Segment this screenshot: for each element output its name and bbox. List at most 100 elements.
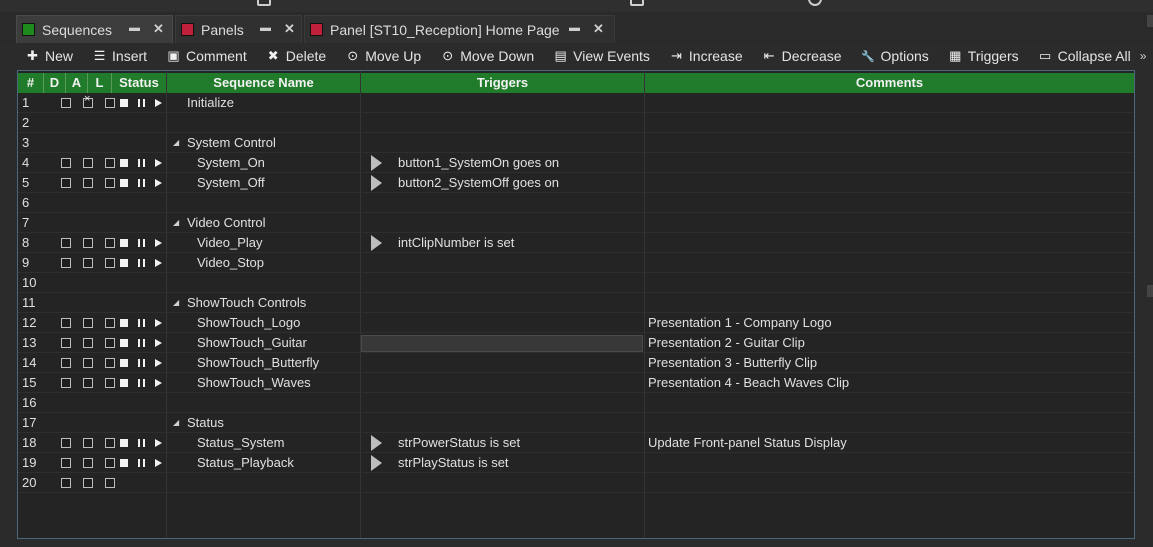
stop-icon[interactable]: [120, 99, 128, 107]
checkbox-d[interactable]: [61, 258, 71, 268]
stop-icon[interactable]: [120, 439, 128, 447]
checkbox-a[interactable]: [83, 478, 93, 488]
float-icon[interactable]: ▬: [260, 22, 271, 34]
triggers-button[interactable]: ▦ Triggers: [938, 44, 1028, 68]
table-row[interactable]: 16: [18, 393, 1134, 413]
table-row[interactable]: 1 Initialize: [18, 93, 1134, 113]
checkbox-d[interactable]: [61, 238, 71, 248]
checkbox-a[interactable]: [83, 178, 93, 188]
table-row[interactable]: 7 ◢ Video Control: [18, 213, 1134, 233]
col-header-status[interactable]: Status: [112, 73, 167, 93]
trigger-play-icon[interactable]: [371, 455, 382, 471]
table-row[interactable]: 9 Video_Stop: [18, 253, 1134, 273]
checkbox-a[interactable]: [83, 258, 93, 268]
checkbox-l[interactable]: [105, 258, 115, 268]
col-header-triggers[interactable]: Triggers: [361, 73, 645, 93]
options-button[interactable]: 🔧 Options: [851, 44, 938, 68]
comment-text[interactable]: Presentation 2 - Guitar Clip: [648, 333, 805, 353]
checkbox-a[interactable]: [83, 338, 93, 348]
checkbox-l[interactable]: [105, 478, 115, 488]
move-down-button[interactable]: ⊙ Move Down: [430, 44, 543, 68]
table-row[interactable]: 19 Status_Playback strPlayStatus is set: [18, 453, 1134, 473]
col-header-comments[interactable]: Comments: [645, 73, 1134, 93]
sequence-name[interactable]: Initialize: [187, 93, 234, 113]
checkbox-a[interactable]: [83, 378, 93, 388]
trigger-play-icon[interactable]: [371, 235, 382, 251]
checkbox-d[interactable]: [61, 98, 71, 108]
comment-text[interactable]: Update Front-panel Status Display: [648, 433, 847, 453]
sequence-name[interactable]: System_On: [197, 153, 265, 173]
checkbox-a[interactable]: [83, 93, 93, 108]
play-icon[interactable]: [155, 259, 162, 267]
insert-button[interactable]: ☰ Insert: [82, 44, 156, 68]
stop-icon[interactable]: [120, 239, 128, 247]
move-up-button[interactable]: ⊙ Move Up: [335, 44, 430, 68]
stop-icon[interactable]: [120, 339, 128, 347]
sequence-name[interactable]: Status_Playback: [197, 453, 294, 473]
checkbox-l[interactable]: [105, 338, 115, 348]
play-icon[interactable]: [155, 179, 162, 187]
col-header-sequence-name[interactable]: Sequence Name: [167, 73, 361, 93]
close-icon[interactable]: ✕: [153, 21, 164, 37]
table-row[interactable]: 11 ◢ ShowTouch Controls: [18, 293, 1134, 313]
checkbox-a[interactable]: [83, 158, 93, 168]
close-icon[interactable]: ✕: [593, 21, 604, 37]
pause-icon[interactable]: [138, 99, 140, 107]
trigger-edit-field[interactable]: [361, 335, 643, 352]
play-icon[interactable]: [155, 159, 162, 167]
checkbox-l[interactable]: [105, 318, 115, 328]
checkbox-l[interactable]: [105, 378, 115, 388]
tab-sequences[interactable]: Sequences ▬ ✕: [16, 15, 173, 43]
close-icon[interactable]: ✕: [284, 21, 295, 37]
sequence-name[interactable]: System_Off: [197, 173, 265, 193]
checkbox-a[interactable]: [83, 318, 93, 328]
checkbox-a[interactable]: [83, 458, 93, 468]
play-icon[interactable]: [155, 239, 162, 247]
table-row[interactable]: 6: [18, 193, 1134, 213]
collapse-arrow-icon[interactable]: ◢: [173, 293, 179, 313]
col-header-d[interactable]: D: [44, 73, 66, 93]
col-header-a[interactable]: A: [66, 73, 88, 93]
play-icon[interactable]: [155, 459, 162, 467]
checkbox-d[interactable]: [61, 178, 71, 188]
stop-icon[interactable]: [120, 259, 128, 267]
checkbox-l[interactable]: [105, 438, 115, 448]
collapse-arrow-icon[interactable]: ◢: [173, 213, 179, 233]
trigger-text[interactable]: strPlayStatus is set: [398, 453, 509, 473]
stop-icon[interactable]: [120, 179, 128, 187]
pause-icon[interactable]: [138, 239, 140, 247]
collapse-arrow-icon[interactable]: ◢: [173, 133, 179, 153]
comment-text[interactable]: Presentation 3 - Butterfly Clip: [648, 353, 817, 373]
checkbox-l[interactable]: [105, 358, 115, 368]
table-row[interactable]: 4 System_On button1_SystemOn goes on: [18, 153, 1134, 173]
table-row[interactable]: 8 Video_Play intClipNumber is set: [18, 233, 1134, 253]
table-row[interactable]: 18 Status_System strPowerStatus is set Upda…: [18, 433, 1134, 453]
decrease-button[interactable]: ⇤ Decrease: [752, 44, 851, 68]
sequence-name[interactable]: ShowTouch_Logo: [197, 313, 300, 333]
tab-panels[interactable]: Panels ▬ ✕: [175, 15, 302, 43]
table-row[interactable]: 2: [18, 113, 1134, 133]
table-row[interactable]: 15 ShowTouch_Waves Presentation 4 - Beach …: [18, 373, 1134, 393]
checkbox-d[interactable]: [61, 358, 71, 368]
checkbox-l[interactable]: [105, 98, 115, 108]
col-header-number[interactable]: #: [18, 73, 44, 93]
table-row[interactable]: 12 ShowTouch_Logo Presentation 1 - Company…: [18, 313, 1134, 333]
checkbox-d[interactable]: [61, 458, 71, 468]
increase-button[interactable]: ⇥ Increase: [659, 44, 752, 68]
play-icon[interactable]: [155, 99, 162, 107]
play-icon[interactable]: [155, 379, 162, 387]
pause-icon[interactable]: [138, 379, 140, 387]
pause-icon[interactable]: [138, 159, 140, 167]
checkbox-d[interactable]: [61, 378, 71, 388]
play-icon[interactable]: [155, 339, 162, 347]
float-icon[interactable]: ▬: [129, 22, 140, 34]
table-row[interactable]: 14 ShowTouch_Butterfly Presentation 3 - Bu…: [18, 353, 1134, 373]
checkbox-l[interactable]: [105, 238, 115, 248]
checkbox-l[interactable]: [105, 458, 115, 468]
pause-icon[interactable]: [138, 179, 140, 187]
comment-text[interactable]: Presentation 1 - Company Logo: [648, 313, 832, 333]
checkbox-a[interactable]: [83, 438, 93, 448]
checkbox-d[interactable]: [61, 478, 71, 488]
checkbox-a[interactable]: [83, 238, 93, 248]
trigger-play-icon[interactable]: [371, 435, 382, 451]
